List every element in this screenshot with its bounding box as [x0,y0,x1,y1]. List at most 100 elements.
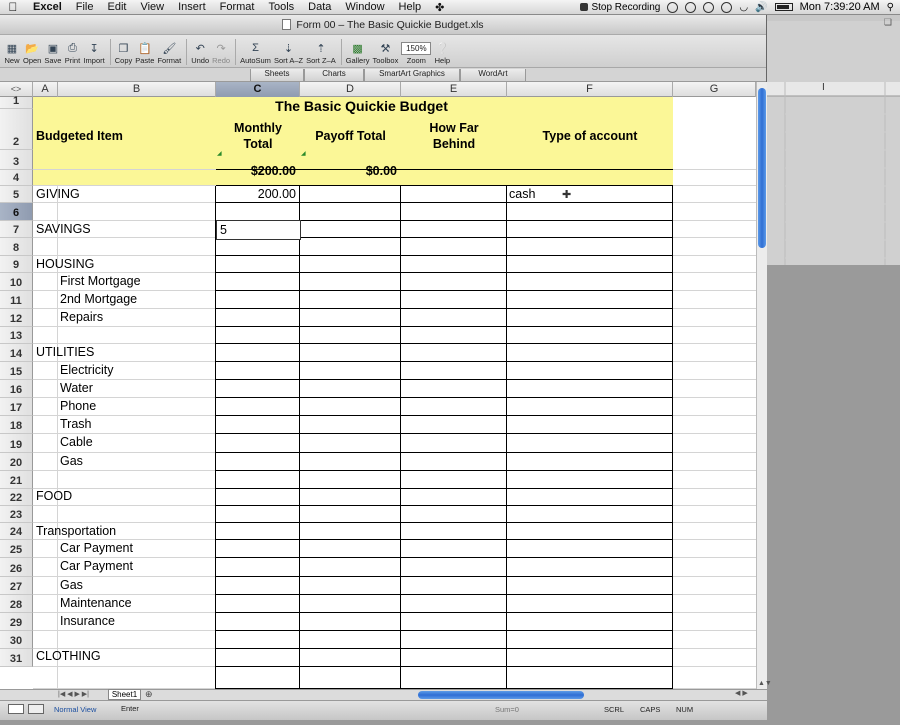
column-header-a[interactable]: A [33,82,58,97]
row-header-25[interactable]: 25 [0,540,33,558]
row-header-12[interactable]: 12 [0,309,33,327]
toolbox-button[interactable]: ⚒ Toolbox [372,41,398,66]
sort-ascending-icon: ⇣ [283,42,294,55]
row-header-6[interactable]: 6 [0,203,33,221]
tab-charts[interactable]: Charts [304,69,364,81]
script-icon[interactable]: ✤ [428,1,451,14]
time-machine-icon[interactable] [703,1,715,13]
undo-button[interactable]: ↶ Undo [191,41,209,66]
row-header-19[interactable]: 19 [0,434,33,453]
paste-button[interactable]: 📋 Paste [135,41,154,66]
copy-button[interactable]: ❐ Copy [115,41,133,66]
menu-view[interactable]: View [133,1,171,13]
menu-app[interactable]: Excel [26,1,69,13]
spotlight-search-icon[interactable]: ⚲ [887,2,894,13]
row-header-3[interactable]: 3 [0,150,33,170]
gallery-button[interactable]: ▩ Gallery [346,41,370,66]
tab-smartart[interactable]: SmartArt Graphics [364,69,460,81]
row-header-15[interactable]: 15 [0,362,33,380]
cell-border-row [216,308,673,309]
row-header-27[interactable]: 27 [0,577,33,595]
open-button[interactable]: 📂 Open [23,41,41,66]
row-header-14[interactable]: 14 [0,344,33,362]
zoom-window-icon[interactable]: ❏ [884,17,892,28]
paste-icon: 📋 [137,42,152,55]
menu-help[interactable]: Help [392,1,429,13]
zoom-value[interactable]: 150% [401,42,432,55]
menu-insert[interactable]: Insert [171,1,213,13]
row-header-5[interactable]: 5 [0,186,33,203]
menu-data[interactable]: Data [301,1,338,13]
tab-navigation-icon[interactable]: |◀ ◀ ▶ ▶| [58,690,89,698]
row-header-2[interactable]: 2 [0,109,33,150]
save-button[interactable]: ▣ Save [44,41,61,66]
row-header-29[interactable]: 29 [0,613,33,631]
menu-format[interactable]: Format [213,1,262,13]
sort-za-button[interactable]: ⇡ Sort Z–A [306,41,336,66]
row-header-4[interactable]: 4 [0,170,33,186]
vertical-scrollbar[interactable]: ▲▼ [756,82,772,689]
status-icon[interactable] [667,1,679,13]
help-button[interactable]: ❔ Help [434,41,450,66]
column-header-e[interactable]: E [401,82,507,97]
sheet-tab-sheet1[interactable]: Sheet1 [108,689,141,700]
tab-sheets[interactable]: Sheets [250,69,304,81]
autosum-button[interactable]: Σ AutoSum [240,41,271,65]
row-header-30[interactable]: 30 [0,631,33,649]
column-header-i[interactable]: I [822,82,825,93]
battery-icon[interactable] [774,3,793,11]
format-painter-button[interactable]: 🖌 Format [157,41,181,66]
tab-wordart[interactable]: WordArt [460,69,526,81]
import-button[interactable]: ↧ Import [83,41,104,66]
horizontal-scroll-thumb[interactable] [418,691,584,699]
print-button[interactable]: ⎙ Print [64,41,80,66]
sort-az-button[interactable]: ⇣ Sort A–Z [274,41,303,66]
menu-window[interactable]: Window [338,1,391,13]
row-header-24[interactable]: 24 [0,523,33,540]
row-header-9[interactable]: 9 [0,256,33,273]
row-header-21[interactable]: 21 [0,471,33,489]
row-header-18[interactable]: 18 [0,416,33,434]
scroll-arrows-icon[interactable]: ▲▼ [758,680,772,687]
sync-icon[interactable] [685,1,697,13]
spreadsheet-grid[interactable]: <> A B C D E F G 1 2 3 4 5 6 7 8 9 10 11 12 13 14 15 16… [0,82,760,689]
column-header-c[interactable]: C [216,82,300,97]
row-header-28[interactable]: 28 [0,595,33,613]
column-header-g[interactable]: G [673,82,756,97]
menu-edit[interactable]: Edit [100,1,133,13]
stop-recording-button[interactable]: Stop Recording [580,2,660,13]
vertical-scroll-thumb[interactable] [758,88,766,248]
row-header-23[interactable]: 23 [0,506,33,523]
row-header-17[interactable]: 17 [0,398,33,416]
apple-menu-icon[interactable]:  [0,0,26,14]
menu-file[interactable]: File [69,1,101,13]
volume-icon[interactable]: 🔊 [755,2,767,13]
active-cell-c6[interactable]: 5 [216,220,301,240]
add-sheet-icon[interactable]: ⊕ [145,689,153,700]
row-header-11[interactable]: 11 [0,291,33,309]
gridline-row [673,202,756,203]
redo-button[interactable]: ↷ Redo [212,41,230,66]
menu-tools[interactable]: Tools [261,1,301,13]
column-header-f[interactable]: F [507,82,673,97]
new-button[interactable]: ▦ New [4,41,20,66]
bluetooth-icon[interactable] [721,1,733,13]
row-header-26[interactable]: 26 [0,558,33,577]
page-layout-view-icon[interactable] [28,704,44,714]
column-header-d[interactable]: D [300,82,401,97]
zoom-control[interactable]: 150% Zoom [401,42,432,65]
row-header-7[interactable]: 7 [0,221,33,238]
row-header-16[interactable]: 16 [0,380,33,398]
row-header-20[interactable]: 20 [0,453,33,471]
horizontal-scroll-arrows-icon[interactable]: ◀ ▶ [735,689,748,697]
row-header-22[interactable]: 22 [0,489,33,506]
wifi-icon[interactable]: ◡ [739,2,748,13]
row-header-1[interactable]: 1 [0,95,33,109]
row-header-13[interactable]: 13 [0,327,33,344]
column-header-b[interactable]: B [58,82,216,97]
row-header-31[interactable]: 31 [0,649,33,667]
row-header-8[interactable]: 8 [0,238,33,256]
normal-view-icon[interactable] [8,704,24,714]
row-header-10[interactable]: 10 [0,273,33,291]
clock[interactable]: Mon 7:39:20 AM [800,1,880,13]
